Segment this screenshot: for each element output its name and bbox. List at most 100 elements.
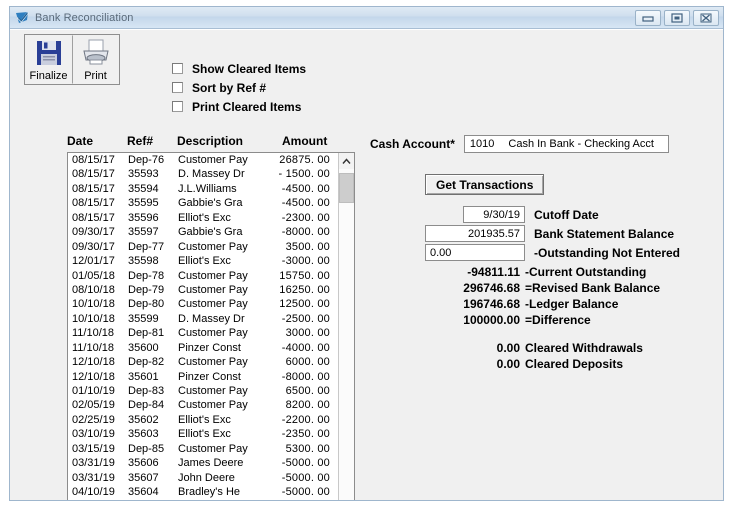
option-show-cleared-items[interactable]: Show Cleared Items [172, 60, 306, 77]
cell-date: 01/10/19 [72, 385, 115, 397]
table-row[interactable]: 02/05/19 Dep-84 Customer Pay 8200. 00 [68, 398, 338, 412]
option-label: Print Cleared Items [192, 99, 302, 114]
option-label: Show Cleared Items [192, 61, 307, 76]
transaction-rows[interactable]: 08/15/17 Dep-76 Customer Pay 26875. 00 08/15… [68, 153, 338, 500]
option-print-cleared-items[interactable]: Print Cleared Items [172, 98, 306, 115]
cell-description: Bradley's He [178, 486, 241, 499]
cell-amount: -2300. 00 [281, 211, 330, 224]
cell-amount: 26875. 00 [279, 154, 330, 166]
cleared-value: 0.00 [496, 357, 520, 371]
table-row[interactable]: 08/10/18 Dep-79 Customer Pay 16250. 00 [68, 283, 338, 297]
table-row[interactable]: 02/25/19 35602 Elliot's Exc -2200. 00 [68, 413, 338, 427]
title-bar: Bank Reconciliation [10, 7, 723, 29]
cell-ref: 35593 [128, 168, 159, 181]
cell-date: 03/10/19 [72, 428, 115, 441]
summary-row-cleared-withdrawals: 0.00 Cleared Withdrawals [425, 340, 660, 356]
option-label: Sort by Ref # [192, 80, 267, 95]
scroll-up-button[interactable] [339, 153, 354, 169]
cell-description: Elliot's Exc [178, 211, 231, 224]
cell-date: 12/01/17 [72, 255, 115, 268]
finalize-button[interactable]: Finalize [25, 35, 72, 84]
table-row[interactable]: 03/15/19 Dep-85 Customer Pay 5300. 00 [68, 442, 338, 456]
checkbox-sort-by-ref[interactable] [172, 82, 183, 93]
cell-amount: 6000. 00 [285, 356, 330, 369]
checkbox-show-cleared-items[interactable] [172, 63, 183, 74]
transaction-list-headers: Date Ref# Description Amount [67, 134, 352, 150]
transaction-list: 08/15/17 Dep-76 Customer Pay 26875. 00 08/15… [67, 152, 355, 500]
table-row[interactable]: 12/01/17 35598 Elliot's Exc -3000. 00 [68, 254, 338, 268]
table-row[interactable]: 11/10/18 35600 Pinzer Const -4000. 00 [68, 341, 338, 355]
table-row[interactable]: 09/30/17 35597 Gabbie's Gra -8000. 00 [68, 225, 338, 239]
cell-description: Customer Pay [178, 385, 248, 397]
table-row[interactable]: 08/15/17 Dep-76 Customer Pay 26875. 00 [68, 153, 338, 167]
cell-description: Pinzer Const [178, 341, 241, 354]
bank-statement-balance-input[interactable]: 201935.57 [425, 225, 525, 242]
cell-date: 01/05/18 [72, 269, 115, 282]
table-row[interactable]: 09/30/17 Dep-77 Customer Pay 3500. 00 [68, 240, 338, 254]
table-row[interactable]: 11/10/18 Dep-81 Customer Pay 3000. 00 [68, 326, 338, 340]
cell-description: Elliot's Exc [178, 413, 231, 426]
table-row[interactable]: 10/10/18 35599 D. Massey Dr -2500. 00 [68, 312, 338, 326]
table-row[interactable]: 04/10/19 35604 Bradley's He -5000. 00 [68, 485, 338, 499]
cell-ref: Dep-79 [128, 283, 165, 296]
maximize-button[interactable] [664, 9, 690, 26]
table-row[interactable]: 08/15/17 35594 J.L.Williams -4500. 00 [68, 182, 338, 196]
table-row[interactable]: 10/10/18 Dep-80 Customer Pay 12500. 00 [68, 297, 338, 311]
table-row[interactable]: 03/31/19 35607 John Deere -5000. 00 [68, 471, 338, 485]
cell-date: 08/15/17 [72, 182, 115, 195]
cell-description: Customer Pay [178, 442, 248, 455]
cell-ref: 35594 [128, 182, 159, 195]
column-header-description[interactable]: Description [177, 134, 243, 148]
print-button[interactable]: Print [72, 35, 119, 84]
cell-amount: - 1500. 00 [278, 168, 330, 181]
print-label: Print [84, 70, 107, 82]
table-row[interactable]: 12/10/18 35601 Pinzer Const -8000. 00 [68, 370, 338, 384]
summary-value: 100000.00 [463, 313, 520, 327]
transaction-list-scrollbar[interactable] [338, 153, 354, 500]
cell-date: 11/10/18 [72, 327, 115, 340]
scrollbar-track[interactable] [339, 169, 354, 500]
outstanding-not-entered-input[interactable]: 0.00 [425, 244, 525, 261]
cell-date: 12/10/18 [72, 356, 115, 369]
cell-description: Customer Pay [178, 283, 248, 296]
summary-row-revised-bank-balance: 296746.68 =Revised Bank Balance [425, 280, 660, 296]
window-title: Bank Reconciliation [35, 11, 134, 24]
cleared-label: Cleared Deposits [525, 357, 624, 371]
table-row[interactable]: 01/05/18 Dep-78 Customer Pay 15750. 00 [68, 269, 338, 283]
column-header-ref[interactable]: Ref# [127, 134, 153, 148]
column-header-amount[interactable]: Amount [282, 134, 327, 148]
cell-description: Elliot's Exc [178, 428, 231, 441]
checkbox-print-cleared-items[interactable] [172, 101, 183, 112]
cell-ref: 35598 [128, 255, 159, 268]
bank-statement-balance-label: Bank Statement Balance [534, 226, 675, 241]
cash-account-code: 1010 [469, 138, 495, 150]
table-row[interactable]: 03/31/19 35606 James Deere -5000. 00 [68, 456, 338, 470]
table-row[interactable]: 08/15/17 35593 D. Massey Dr - 1500. 00 [68, 167, 338, 181]
table-row[interactable]: 01/10/19 Dep-83 Customer Pay 6500. 00 [68, 384, 338, 398]
table-row[interactable]: 03/10/19 35603 Elliot's Exc -2350. 00 [68, 427, 338, 441]
summary-value: 296746.68 [463, 281, 520, 295]
cell-ref: 35601 [128, 370, 159, 383]
display-options: Show Cleared Items Sort by Ref # Print C… [172, 60, 306, 117]
cash-account-field[interactable]: 1010 Cash In Bank - Checking Acct [463, 135, 669, 153]
scrollbar-thumb[interactable] [339, 173, 354, 203]
table-row[interactable]: 04/10/19 35605 Pinzer Const -2500. 00 [68, 500, 338, 501]
get-transactions-button[interactable]: Get Transactions [425, 174, 545, 195]
reconciliation-summary: -94811.11 -Current Outstanding 296746.68… [425, 264, 660, 372]
cell-ref: Dep-84 [128, 399, 165, 412]
cutoff-date-input[interactable]: 9/30/19 [463, 206, 525, 223]
cash-account-row: Cash Account* 1010 Cash In Bank - Checki… [370, 135, 669, 153]
cell-date: 08/15/17 [72, 211, 115, 224]
option-sort-by-ref[interactable]: Sort by Ref # [172, 79, 306, 96]
minimize-button[interactable] [635, 9, 661, 26]
cell-description: Customer Pay [178, 356, 248, 369]
table-row[interactable]: 08/15/17 35596 Elliot's Exc -2300. 00 [68, 211, 338, 225]
column-header-date[interactable]: Date [67, 134, 93, 148]
table-row[interactable]: 12/10/18 Dep-82 Customer Pay 6000. 00 [68, 355, 338, 369]
window-controls [635, 9, 721, 26]
summary-label: =Difference [525, 313, 591, 327]
table-row[interactable]: 08/15/17 35595 Gabbie's Gra -4500. 00 [68, 196, 338, 210]
cell-date: 02/05/19 [72, 399, 115, 412]
finalize-label: Finalize [29, 70, 68, 82]
close-button[interactable] [693, 9, 719, 26]
